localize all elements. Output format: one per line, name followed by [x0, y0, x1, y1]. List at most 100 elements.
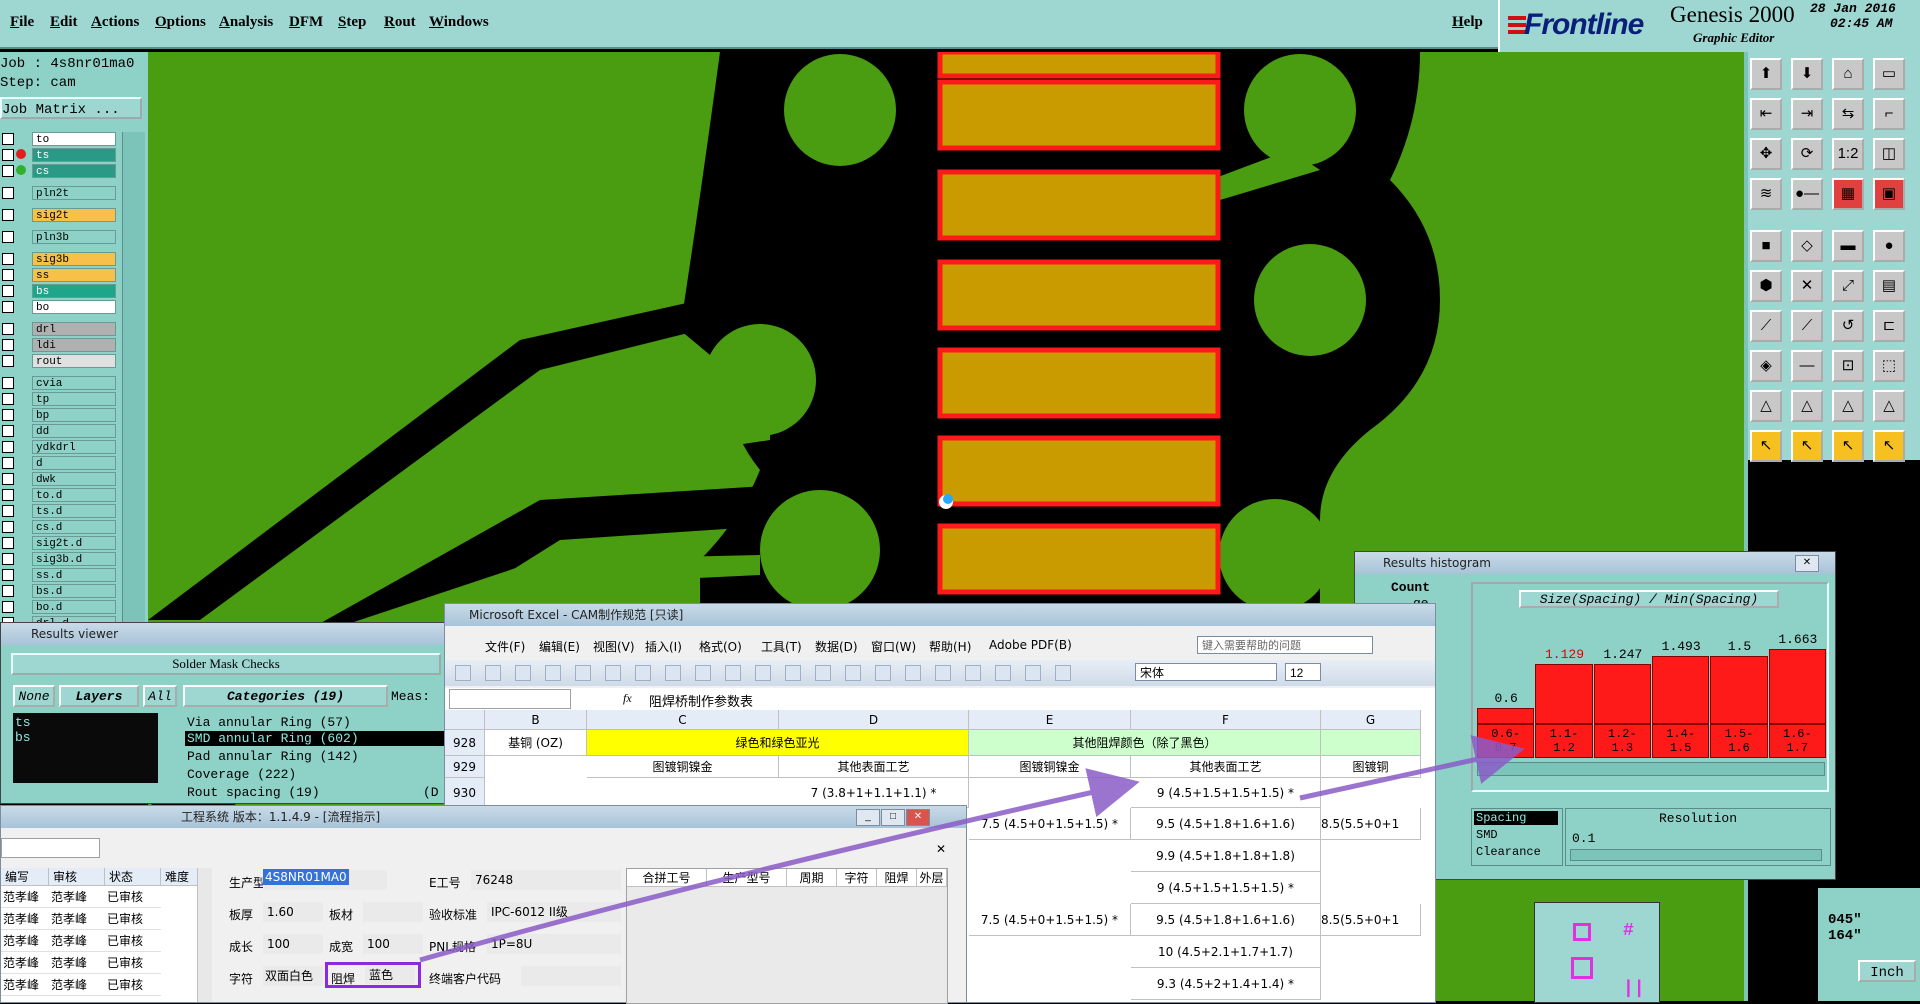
menu-file[interactable]: File	[10, 14, 34, 31]
column-header[interactable]: 生产型号	[707, 869, 787, 887]
checkbox[interactable]	[2, 253, 14, 265]
table-cell[interactable]: 绿色和绿色亚光	[587, 730, 969, 756]
rotate-icon[interactable]: ↺	[1832, 310, 1864, 342]
checkbox[interactable]	[2, 393, 14, 405]
column-header[interactable]: 编写	[1, 868, 49, 886]
smd-pad[interactable]	[937, 435, 1221, 507]
layer-row-dwk[interactable]: dwk	[2, 472, 116, 486]
trace-icon[interactable]: ●—	[1791, 178, 1823, 210]
menu-item[interactable]: Adobe PDF(B)	[989, 638, 1072, 652]
select-box-icon[interactable]: ⊡	[1832, 350, 1864, 382]
layer-row-sig3b-d[interactable]: sig3b.d	[2, 552, 116, 566]
bin-label[interactable]: 1.6- 1.7	[1768, 724, 1826, 758]
home-icon[interactable]: ⌂	[1832, 58, 1864, 90]
checkbox[interactable]	[2, 377, 14, 389]
checkbox[interactable]	[2, 505, 14, 517]
table-cell[interactable]: 范孝峰	[1, 930, 49, 952]
layer-row-drl[interactable]: drl	[2, 322, 116, 336]
list-item[interactable]: Clearance	[1476, 845, 1541, 859]
menu-help[interactable]: Help	[1452, 14, 1483, 31]
spell-icon[interactable]	[695, 665, 711, 681]
table-cell[interactable]: 8.5(5.5+0+1	[1321, 808, 1421, 840]
checkbox[interactable]	[2, 457, 14, 469]
table-cell[interactable]: 已审核	[105, 886, 161, 908]
window-icon[interactable]: ▭	[1873, 58, 1905, 90]
array-icon[interactable]: ⊏	[1873, 310, 1905, 342]
draw-line-icon[interactable]: ⟋	[1750, 310, 1782, 342]
pad-square-icon[interactable]: ■	[1750, 230, 1782, 262]
sum-icon[interactable]	[935, 665, 951, 681]
table-cell[interactable]: 7.5 (4.5+0+1.5+1.5) *	[969, 808, 1131, 840]
corner-icon[interactable]: ⌐	[1873, 98, 1905, 130]
layer-row-ts[interactable]: ts	[2, 148, 116, 162]
layer-row-to-d[interactable]: to.d	[2, 488, 116, 502]
pdf-icon[interactable]	[455, 665, 471, 681]
menu-item[interactable]: 数据(D)	[815, 638, 858, 655]
table-cell[interactable]: 9.5 (4.5+1.8+1.6+1.6)	[1131, 904, 1321, 936]
help-search-input[interactable]: 键入需要帮助的问题	[1197, 636, 1373, 654]
layer-row-d[interactable]: d	[2, 456, 116, 470]
zoom-in-icon[interactable]: ⟳	[1791, 138, 1823, 170]
table-cell[interactable]: 范孝峰	[49, 952, 105, 974]
print-icon[interactable]	[635, 665, 651, 681]
table-cell[interactable]: 图镀铜	[1321, 756, 1421, 778]
menu-step[interactable]: Step	[338, 14, 366, 31]
triangle-3-icon[interactable]: △	[1832, 390, 1864, 422]
table-cell[interactable]: 其他表面工艺	[779, 756, 969, 778]
layer-scrollbar[interactable]	[122, 132, 145, 622]
menu-windows[interactable]: Windows	[429, 14, 489, 31]
list-item[interactable]: Spacing	[1474, 811, 1558, 825]
checkbox[interactable]	[2, 601, 14, 613]
bin-label[interactable]: 1.4- 1.5	[1652, 724, 1710, 758]
table-cell[interactable]: 图镀铜镍金	[587, 756, 779, 778]
perm-icon[interactable]	[605, 665, 621, 681]
hyperlink-icon[interactable]	[905, 665, 921, 681]
layers-button[interactable]: Layers	[59, 685, 139, 707]
histogram-scrollbar[interactable]	[1477, 762, 1825, 776]
scale-icon[interactable]: 1:2	[1832, 138, 1864, 170]
pdf2-icon[interactable]	[485, 665, 501, 681]
triangle-4-icon[interactable]: △	[1873, 390, 1905, 422]
table-cell[interactable]: 其他阻焊颜色（除了黑色）	[969, 730, 1321, 756]
checkbox[interactable]	[2, 231, 14, 243]
layer-row-pln2t[interactable]: pln2t	[2, 186, 116, 200]
undo-icon[interactable]	[845, 665, 861, 681]
table-cell[interactable]: 基铜 (OZ)	[485, 730, 587, 756]
checkbox[interactable]	[2, 473, 14, 485]
layer-row-rout[interactable]: rout	[2, 354, 116, 368]
cross-icon[interactable]: ✕	[1791, 270, 1823, 302]
menu-options[interactable]: Options	[155, 14, 206, 31]
bin-label[interactable]: 1.1- 1.2	[1535, 724, 1593, 758]
bin-label[interactable]: 1.2- 1.3	[1593, 724, 1651, 758]
pointer-4-icon[interactable]: ↖	[1873, 430, 1905, 462]
grid-icon[interactable]: ▦	[1832, 178, 1864, 210]
list-item[interactable]: bs	[15, 730, 31, 745]
menu-dfm[interactable]: DFM	[289, 14, 323, 31]
checkbox[interactable]	[2, 409, 14, 421]
redo-icon[interactable]	[875, 665, 891, 681]
bin-label[interactable]: 1.5- 1.6	[1710, 724, 1768, 758]
table-cell[interactable]: 范孝峰	[1, 886, 49, 908]
table-cell[interactable]: 已审核	[105, 952, 161, 974]
job-matrix-button[interactable]: Job Matrix ...	[0, 97, 142, 119]
layer-row-cvia[interactable]: cvia	[2, 376, 116, 390]
draw-arc-icon[interactable]: ⟋	[1791, 310, 1823, 342]
checkbox[interactable]	[2, 149, 14, 161]
format-icon[interactable]	[815, 665, 831, 681]
column-header[interactable]: 阻焊	[877, 869, 917, 887]
pan-right-icon[interactable]: ⇥	[1791, 98, 1823, 130]
table-cell[interactable]: 7.5 (4.5+0+1.5+1.5) *	[969, 904, 1131, 936]
new-icon[interactable]	[515, 665, 531, 681]
table-cell[interactable]: 范孝峰	[1, 974, 49, 996]
list-item[interactable]: Coverage (222)	[187, 767, 296, 782]
checkbox[interactable]	[2, 425, 14, 437]
layer-up-icon[interactable]: ⬆	[1750, 58, 1782, 90]
unit-button[interactable]: Inch	[1858, 960, 1916, 982]
pointer-3-icon[interactable]: ↖	[1832, 430, 1864, 462]
checkbox[interactable]	[2, 209, 14, 221]
cut-icon[interactable]	[725, 665, 741, 681]
menu-item[interactable]: 帮助(H)	[929, 638, 971, 655]
layer-down-icon[interactable]: ⬇	[1791, 58, 1823, 90]
layer-row-dd[interactable]: dd	[2, 424, 116, 438]
layer-row-bs[interactable]: bs	[2, 284, 116, 298]
